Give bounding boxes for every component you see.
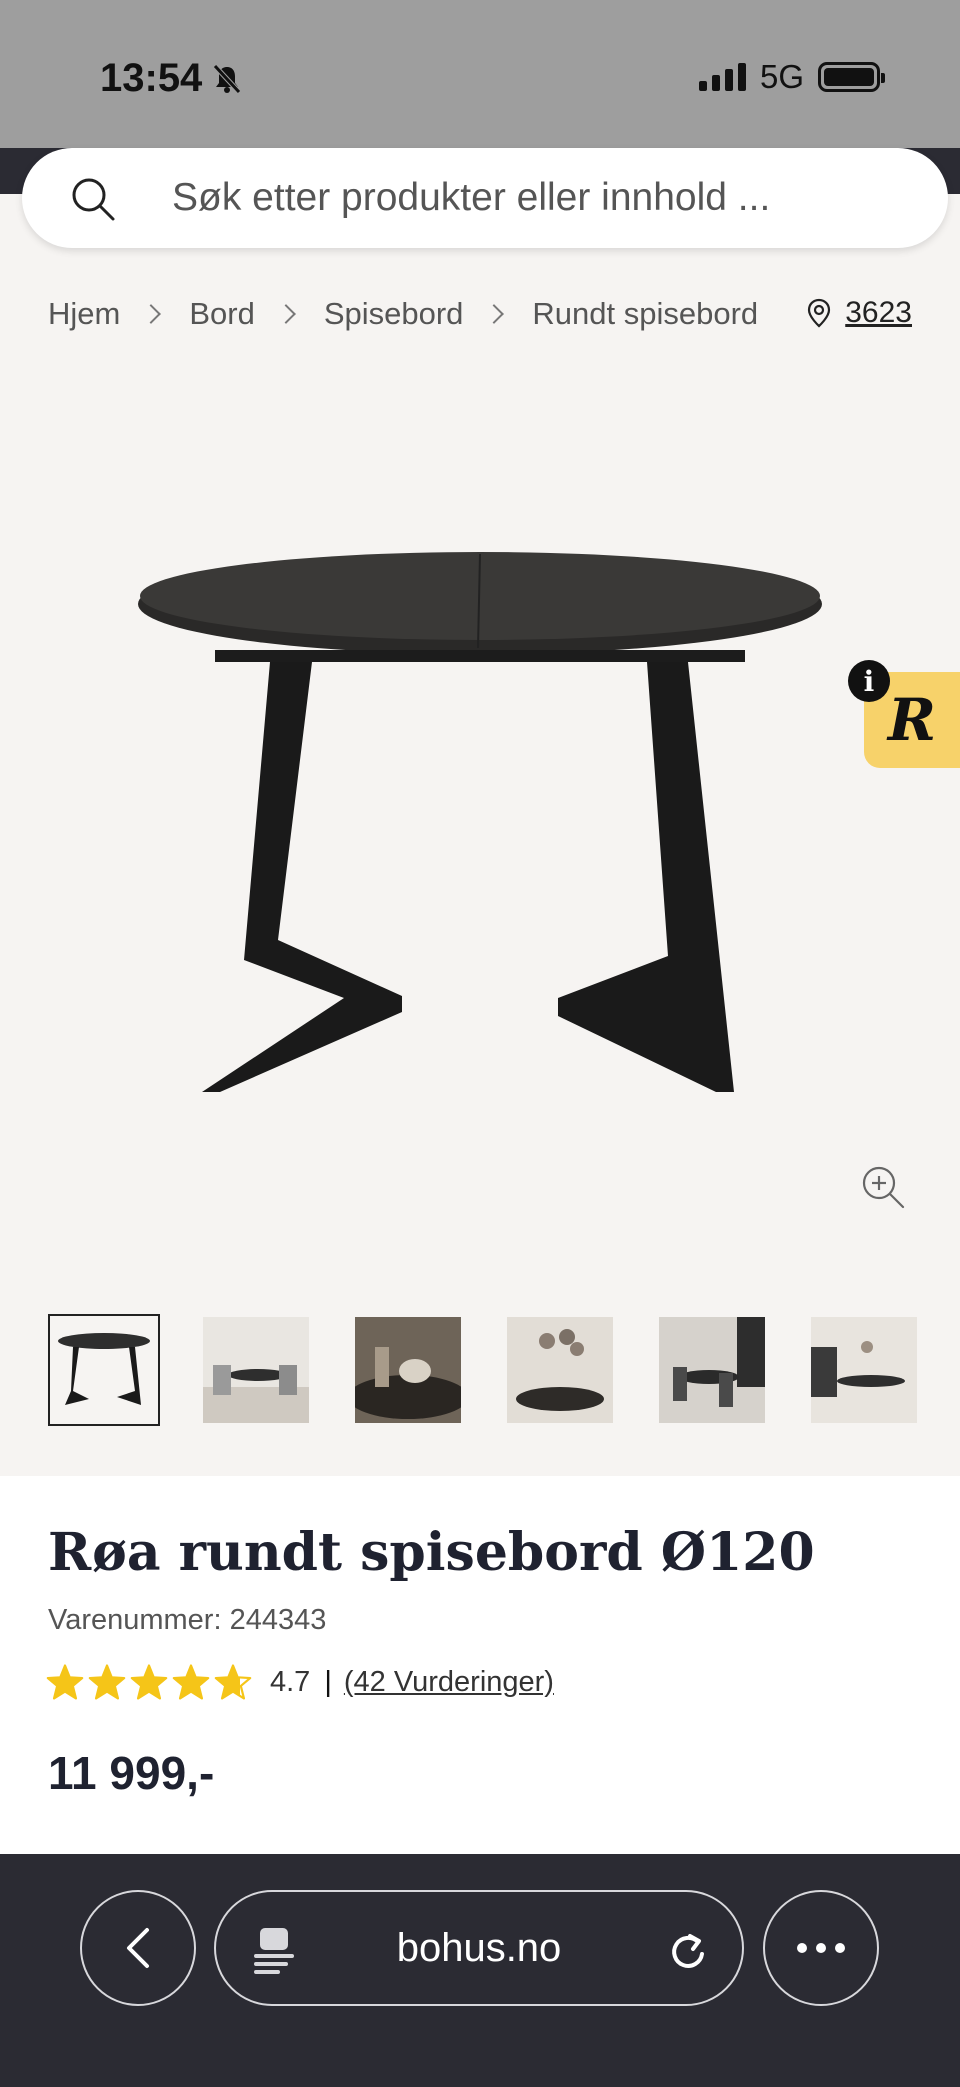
thumbnail-2[interactable] bbox=[200, 1314, 312, 1426]
thumbnail-decor-image bbox=[355, 1317, 461, 1423]
thumbnail-5[interactable] bbox=[656, 1314, 768, 1426]
bell-slash-icon bbox=[213, 63, 242, 94]
thumbnail-dining-image bbox=[659, 1317, 765, 1423]
status-bar: 13:54 5G bbox=[0, 0, 960, 148]
rating-separator: | bbox=[324, 1665, 332, 1698]
more-options-button[interactable] bbox=[763, 1890, 879, 2006]
breadcrumb-item-spisebord[interactable]: Spisebord bbox=[324, 296, 464, 332]
store-selector[interactable]: 3623 bbox=[807, 296, 912, 330]
reviews-logo-icon: R bbox=[887, 686, 937, 754]
star-icon bbox=[130, 1664, 168, 1700]
store-number: 3623 bbox=[845, 296, 912, 329]
breadcrumb-item-bord[interactable]: Bord bbox=[189, 296, 254, 332]
product-rating: 4.7 | (42 Vurderinger) bbox=[46, 1664, 554, 1700]
breadcrumb-item-hjem[interactable]: Hjem bbox=[48, 296, 120, 332]
star-icon bbox=[172, 1664, 210, 1700]
network-type: 5G bbox=[759, 58, 804, 95]
thumbnail-6[interactable] bbox=[808, 1314, 918, 1426]
thumbnail-3[interactable] bbox=[352, 1314, 464, 1426]
thumbnail-table-image bbox=[51, 1317, 157, 1423]
chevron-left-icon bbox=[127, 1928, 149, 1968]
ellipsis-icon bbox=[797, 1943, 845, 1953]
address-bar[interactable]: bohus.no bbox=[214, 1890, 744, 2006]
browser-toolbar: bohus.no bbox=[0, 1854, 960, 2087]
chevron-right-icon bbox=[275, 304, 296, 324]
location-pin-icon bbox=[808, 298, 831, 328]
info-icon[interactable]: i bbox=[848, 660, 890, 702]
star-icon bbox=[46, 1664, 84, 1700]
reviews-link[interactable]: (42 Vurderinger) bbox=[344, 1666, 554, 1699]
url-text: bohus.no bbox=[396, 1925, 562, 1970]
star-icon bbox=[214, 1664, 252, 1700]
chevron-right-icon bbox=[141, 304, 162, 324]
breadcrumb: Hjem Bord Spisebord Rundt spisebord bbox=[48, 296, 758, 332]
star-icon bbox=[88, 1664, 126, 1700]
product-sku: Varenummer: 244343 bbox=[48, 1604, 327, 1636]
product-price: 11 999,- bbox=[48, 1747, 215, 1799]
cellular-signal-icon bbox=[698, 63, 746, 91]
battery-icon bbox=[818, 62, 885, 92]
product-image[interactable] bbox=[120, 540, 840, 1100]
thumbnail-room-image bbox=[203, 1317, 309, 1423]
back-button[interactable] bbox=[80, 1890, 196, 2006]
status-time: 13:54 bbox=[100, 56, 242, 101]
rating-stars bbox=[46, 1664, 252, 1700]
reload-icon[interactable] bbox=[668, 1928, 708, 1972]
search-icon bbox=[72, 178, 115, 221]
thumbnail-strip bbox=[48, 1314, 918, 1426]
chevron-right-icon bbox=[484, 304, 505, 324]
rating-value: 4.7 bbox=[270, 1665, 311, 1698]
breadcrumb-item-rundt-spisebord[interactable]: Rundt spisebord bbox=[532, 296, 758, 332]
thumbnail-lamp-image bbox=[507, 1317, 613, 1423]
zoom-in-icon[interactable] bbox=[860, 1164, 906, 1210]
page-menu-icon bbox=[254, 1928, 294, 1974]
status-indicators: 5G bbox=[698, 58, 885, 96]
thumbnail-4[interactable] bbox=[504, 1314, 616, 1426]
thumbnail-interior-image bbox=[811, 1317, 917, 1423]
product-title: Røa rundt spisebord Ø120 bbox=[48, 1522, 815, 1583]
clock-label: 13:54 bbox=[100, 56, 203, 100]
search-placeholder: Søk etter produkter eller innhold ... bbox=[172, 176, 771, 219]
search-input[interactable]: Søk etter produkter eller innhold ... bbox=[22, 148, 948, 248]
thumbnail-1[interactable] bbox=[48, 1314, 160, 1426]
